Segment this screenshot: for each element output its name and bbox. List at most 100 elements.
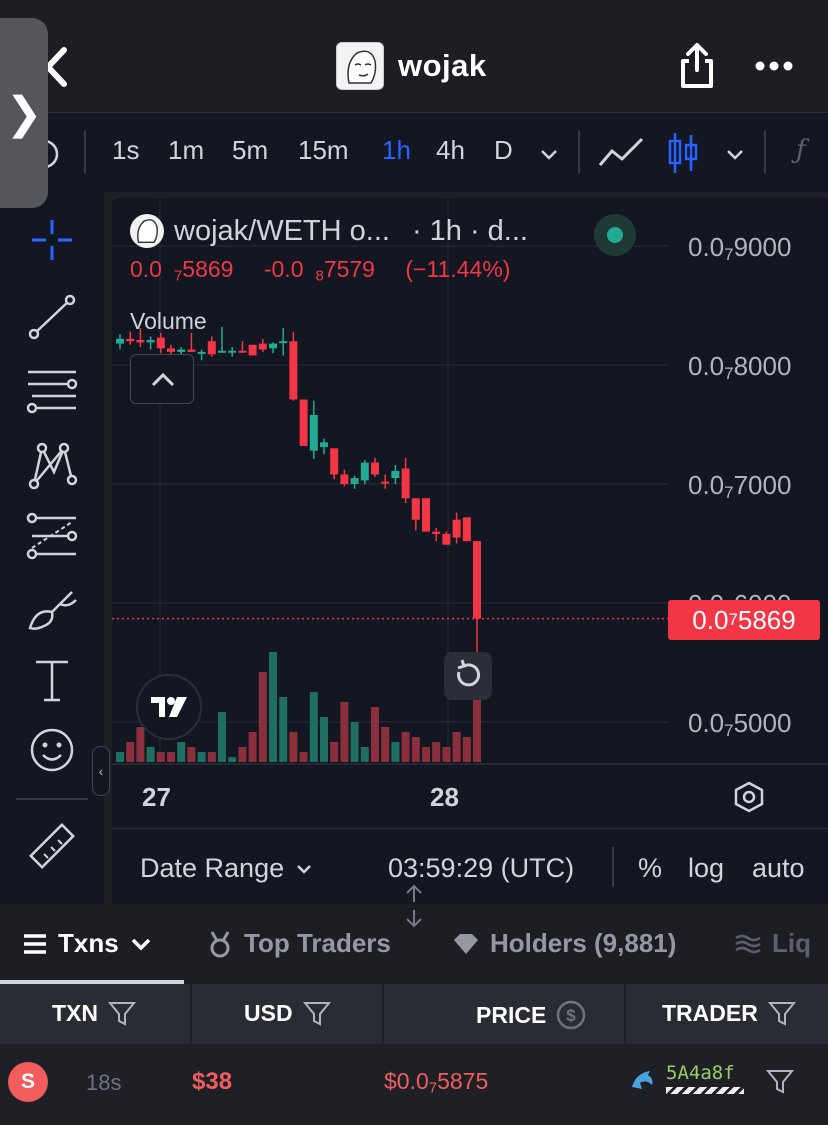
symbol-label: wojak/WETH o... xyxy=(174,214,390,247)
date-range-button[interactable]: Date Range xyxy=(140,853,314,884)
candle-body xyxy=(197,351,206,354)
volume-bar xyxy=(116,752,124,762)
crosshair-icon[interactable] xyxy=(24,212,80,268)
volume-bar xyxy=(452,732,461,762)
tab-txns[interactable]: Txns xyxy=(22,928,153,959)
volume-bar xyxy=(279,697,288,762)
market-status[interactable] xyxy=(594,214,636,256)
candle-body xyxy=(228,350,237,353)
dollar-circle-icon[interactable]: $ xyxy=(556,1000,586,1030)
separator xyxy=(764,131,766,173)
interval-1m[interactable]: 1m xyxy=(168,135,204,166)
candle-body xyxy=(269,343,277,349)
volume-bar xyxy=(442,747,451,762)
more-horizontal-icon[interactable] xyxy=(754,58,794,74)
volume-bar xyxy=(126,742,135,762)
candle-body xyxy=(167,348,175,352)
x-tick-27: 27 xyxy=(142,782,171,812)
candle-body xyxy=(299,399,308,446)
separator xyxy=(190,984,192,1044)
candle-body xyxy=(320,442,328,448)
utc-time[interactable]: 03:59:29 (UTC) xyxy=(388,853,574,884)
tab-holders[interactable]: Holders (9,881) xyxy=(452,928,676,959)
trend-line-icon[interactable] xyxy=(24,290,80,346)
candle-body xyxy=(473,541,481,619)
text-icon[interactable] xyxy=(24,652,80,708)
chevron-down-icon[interactable] xyxy=(538,143,560,165)
price-chart[interactable]: wojak/WETH o... · 1h · d... 0.0 75869 -0.… xyxy=(112,198,828,904)
brush-icon[interactable] xyxy=(24,582,80,638)
resize-handle-icon[interactable] xyxy=(402,884,426,928)
filter-icon[interactable] xyxy=(302,1001,331,1027)
candle-body xyxy=(238,350,247,353)
chevron-down-icon xyxy=(297,864,311,874)
interval-4h[interactable]: 4h xyxy=(436,135,465,166)
filter-icon[interactable] xyxy=(108,1001,136,1027)
interval-1h[interactable]: 1h xyxy=(382,135,411,166)
volume-collapse-button[interactable] xyxy=(130,354,194,404)
filter-icon[interactable] xyxy=(767,1001,796,1027)
volume-bar xyxy=(299,752,308,762)
log-toggle[interactable]: log xyxy=(688,853,724,884)
interval-5m[interactable]: 5m xyxy=(232,135,268,166)
list-icon xyxy=(24,933,46,954)
chart-legend: wojak/WETH o... · 1h · d... 0.0 75869 -0.… xyxy=(130,214,528,285)
candle-body xyxy=(411,498,420,520)
drawer-tab[interactable]: ❯ xyxy=(0,18,48,208)
emoji-icon[interactable] xyxy=(24,722,80,778)
collapse-tools-handle[interactable]: ‹ xyxy=(92,746,110,796)
ruler-icon[interactable] xyxy=(24,818,80,874)
candle-body xyxy=(432,531,441,534)
x-tick-28: 28 xyxy=(430,782,459,812)
volume-bar xyxy=(187,747,196,762)
trader-tag xyxy=(666,1087,744,1094)
interval-15m[interactable]: 15m xyxy=(298,135,349,166)
tradingview-logo[interactable] xyxy=(136,674,202,740)
column-price[interactable]: PRICE $ xyxy=(476,1000,586,1030)
horizontal-lines-icon[interactable] xyxy=(24,362,80,418)
candlestick-icon[interactable] xyxy=(666,131,700,175)
token-avatar xyxy=(130,214,164,248)
table-row[interactable]: S 18s $38 $0.075875 5A4a8f xyxy=(0,1046,828,1118)
candle-body xyxy=(452,519,461,538)
share-icon[interactable] xyxy=(678,42,716,90)
candle-body xyxy=(126,338,135,342)
interval-d[interactable]: D xyxy=(494,135,513,166)
liquidity-icon xyxy=(735,934,761,953)
interval-label: · 1h · d... xyxy=(411,214,528,247)
interval-1s[interactable]: 1s xyxy=(112,135,139,166)
line-chart-icon[interactable] xyxy=(598,135,644,171)
tab-liquidity[interactable]: Liq xyxy=(734,928,811,959)
column-trader[interactable]: TRADER xyxy=(662,1000,796,1027)
trader-link[interactable]: 5A4a8f xyxy=(630,1064,744,1094)
candle-body xyxy=(401,468,410,499)
candle-body xyxy=(462,517,471,542)
auto-toggle[interactable]: auto xyxy=(752,853,805,884)
fib-icon[interactable] xyxy=(24,508,80,564)
candle-body xyxy=(381,481,390,484)
column-txn[interactable]: TXN xyxy=(52,1000,136,1027)
chevron-down-icon xyxy=(131,938,150,950)
settings-hex-icon[interactable] xyxy=(732,780,766,814)
tab-label: Txns xyxy=(58,928,119,958)
percent-toggle[interactable]: % xyxy=(638,853,662,884)
candle-body xyxy=(218,350,226,353)
chevron-down-icon[interactable] xyxy=(724,143,746,165)
candle-body xyxy=(156,337,165,349)
current-price-label: 0.0 7 5869 xyxy=(668,600,820,640)
chart-toolbar: 1s 1m 5m 15m 1h 4h D ƒ xyxy=(0,112,828,192)
column-usd[interactable]: USD xyxy=(244,1000,331,1027)
tab-top-traders[interactable]: Top Traders xyxy=(206,928,391,959)
volume-bar xyxy=(218,712,226,762)
candle-body xyxy=(248,344,257,356)
pattern-icon[interactable] xyxy=(24,436,80,492)
candle-body xyxy=(289,341,298,400)
separator xyxy=(578,131,580,173)
candle-body xyxy=(309,414,318,451)
filter-icon[interactable] xyxy=(766,1068,794,1096)
tab-label: Holders (9,881) xyxy=(490,928,677,958)
function-icon[interactable]: ƒ xyxy=(796,135,806,165)
date-range-label: Date Range xyxy=(140,853,285,883)
candle-body xyxy=(330,448,339,475)
reset-chart-button[interactable] xyxy=(444,652,492,700)
